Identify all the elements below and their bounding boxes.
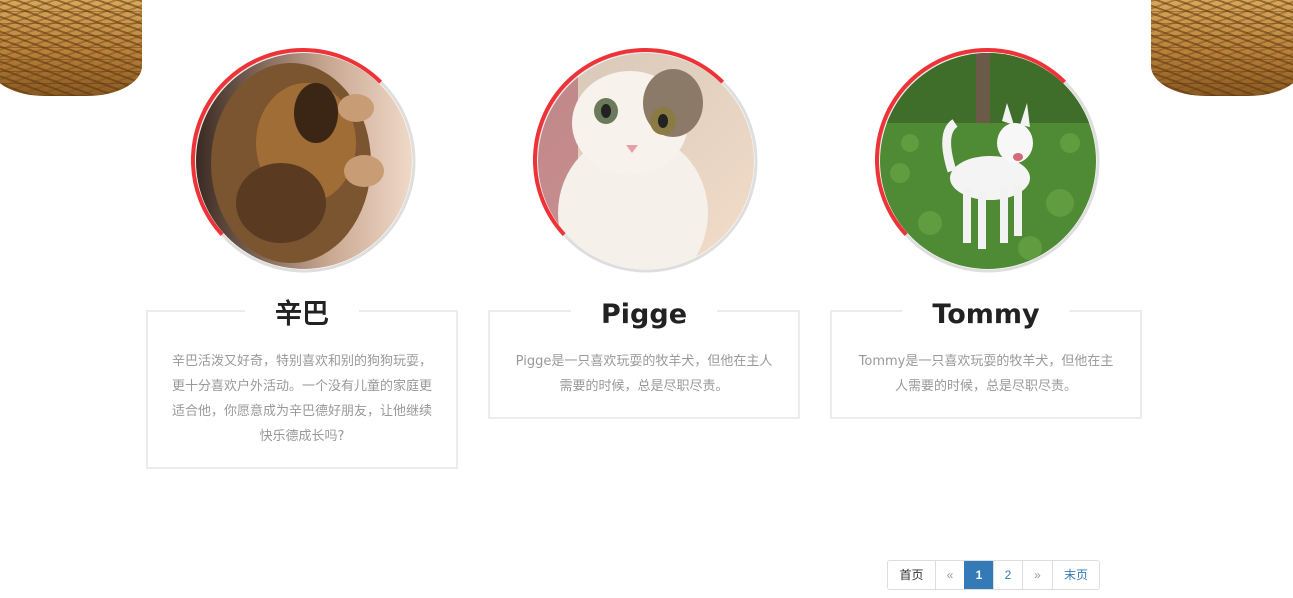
pet-avatar[interactable]: [533, 48, 759, 274]
pet-avatar[interactable]: [875, 48, 1101, 274]
last-page-button[interactable]: 末页: [1052, 561, 1099, 589]
basket-decoration-right: [1143, 0, 1293, 96]
pet-name[interactable]: Pigge: [570, 297, 718, 333]
basket-decoration-left: [0, 0, 150, 96]
progress-ring: [875, 48, 1100, 273]
pagination: 首页 « 1 2 » 末页: [887, 560, 1100, 590]
pet-card[interactable]: Tommy Tommy是一只喜欢玩耍的牧羊犬，但他在主人需要的时候，总是尽职尽责…: [830, 48, 1146, 419]
pet-avatar[interactable]: [191, 48, 417, 274]
progress-ring: [533, 48, 758, 273]
pet-name[interactable]: Tommy: [902, 297, 1070, 333]
page-2-button[interactable]: 2: [993, 561, 1022, 589]
pet-info-box: Pigge Pigge是一只喜欢玩耍的牧羊犬，但他在主人需要的时候，总是尽职尽责…: [488, 297, 800, 419]
progress-ring: [191, 48, 416, 273]
first-page-button[interactable]: 首页: [888, 561, 935, 589]
prev-page-button[interactable]: «: [935, 561, 964, 589]
next-page-button[interactable]: »: [1022, 561, 1052, 589]
pet-info-box: Tommy Tommy是一只喜欢玩耍的牧羊犬，但他在主人需要的时候，总是尽职尽责…: [830, 297, 1142, 419]
pet-info-box: 辛巴 辛巴活泼又好奇，特别喜欢和别的狗狗玩耍，更十分喜欢户外活动。一个没有儿童的…: [146, 297, 458, 469]
pet-gallery-page: 辛巴 辛巴活泼又好奇，特别喜欢和别的狗狗玩耍，更十分喜欢户外活动。一个没有儿童的…: [0, 0, 1293, 598]
pet-card[interactable]: Pigge Pigge是一只喜欢玩耍的牧羊犬，但他在主人需要的时候，总是尽职尽责…: [488, 48, 804, 419]
pet-description: 辛巴活泼又好奇，特别喜欢和别的狗狗玩耍，更十分喜欢户外活动。一个没有儿童的家庭更…: [171, 354, 432, 444]
pet-card[interactable]: 辛巴 辛巴活泼又好奇，特别喜欢和别的狗狗玩耍，更十分喜欢户外活动。一个没有儿童的…: [146, 48, 462, 469]
pet-name[interactable]: 辛巴: [245, 297, 359, 333]
page-1-button[interactable]: 1: [964, 561, 993, 589]
